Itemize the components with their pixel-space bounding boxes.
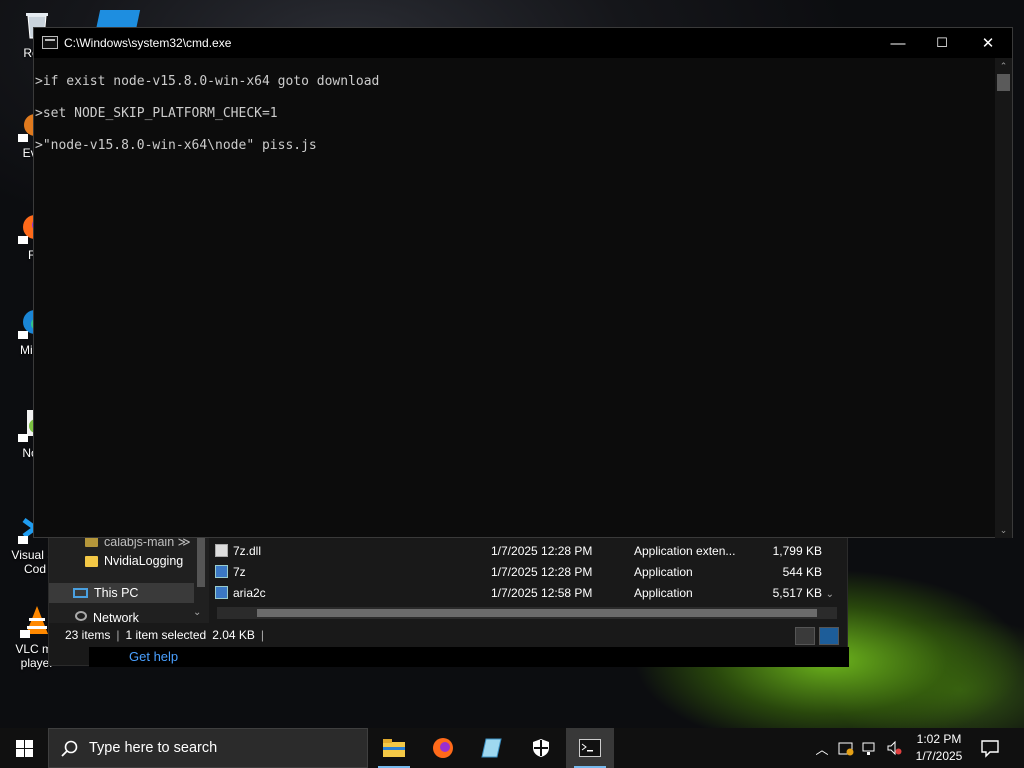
command-prompt-window: C:\Windows\system32\cmd.exe — ☐ ✕ >if ex…	[33, 27, 1013, 538]
clock-date: 1/7/2025	[915, 749, 963, 763]
file-size: 1,799 KB	[772, 543, 822, 558]
status-separator: |	[260, 628, 265, 642]
file-list-horizontal-scrollbar[interactable]	[217, 607, 837, 619]
notification-center-icon[interactable]	[980, 738, 1000, 758]
file-size: 5,517 KB	[772, 585, 822, 600]
taskbar-notepad[interactable]	[468, 728, 516, 768]
file-list: 7z.dll 1/7/2025 12:28 PM Application ext…	[211, 531, 836, 607]
file-name: aria2c	[233, 585, 266, 600]
close-button[interactable]: ✕	[965, 28, 1011, 58]
command-prompt-icon	[579, 739, 601, 757]
nav-item-label: NvidiaLogging	[104, 554, 184, 568]
search-icon	[61, 740, 78, 757]
dll-file-icon	[215, 544, 228, 557]
file-explorer-icon	[383, 739, 405, 757]
console-line: >"node-v15.8.0-win-x64\node" piss.js	[35, 138, 317, 153]
file-row[interactable]: 7z.dll 1/7/2025 12:28 PM Application ext…	[211, 540, 836, 561]
file-date: 1/7/2025 12:28 PM	[491, 543, 593, 558]
security-warning-tray-icon[interactable]	[838, 740, 854, 756]
selection-count: 1 item selected	[125, 628, 207, 642]
shield-icon	[533, 739, 549, 757]
clock-time: 1:02 PM	[916, 732, 962, 746]
large-icons-view-button[interactable]	[819, 627, 839, 645]
view-buttons	[795, 627, 839, 645]
console-line: >if exist node-v15.8.0-win-x64 goto down…	[35, 74, 380, 89]
network-icon	[75, 611, 87, 621]
console-output[interactable]: >if exist node-v15.8.0-win-x64 goto down…	[34, 58, 996, 538]
file-row[interactable]: 7z 1/7/2025 12:28 PM Application 544 KB	[211, 561, 836, 582]
item-count: 23 items	[65, 628, 111, 642]
nav-scrollbar[interactable]	[197, 535, 205, 587]
desktop: Recy Ever Fir Mic E Note Visual St Cod V…	[0, 0, 1024, 728]
nav-item-label: Network	[93, 611, 139, 623]
nav-item-network[interactable]: Network	[75, 611, 139, 623]
console-line: >set NODE_SKIP_PLATFORM_CHECK=1	[35, 106, 278, 121]
firefox-icon	[433, 738, 453, 758]
scrollbar-thumb[interactable]	[257, 609, 817, 617]
file-type: Application	[634, 585, 693, 600]
file-row[interactable]: aria2c 1/7/2025 12:58 PM Application 5,5…	[211, 582, 836, 603]
scroll-up-arrow-icon[interactable]: ⌃	[995, 58, 1012, 74]
application-file-icon	[215, 565, 228, 578]
volume-muted-tray-icon[interactable]	[886, 740, 902, 756]
maximize-button[interactable]: ☐	[919, 28, 965, 58]
application-file-icon	[215, 586, 228, 599]
file-type: Application exten...	[634, 543, 736, 558]
file-date: 1/7/2025 12:58 PM	[491, 585, 593, 600]
network-tray-icon[interactable]	[862, 740, 878, 756]
cmd-titlebar[interactable]: C:\Windows\system32\cmd.exe — ☐ ✕	[34, 28, 1012, 58]
file-date: 1/7/2025 12:28 PM	[491, 564, 593, 579]
windows-logo-icon	[15, 739, 33, 757]
show-hidden-icons-chevron-icon[interactable]: ︿	[814, 740, 830, 757]
help-bar: Get help	[89, 647, 849, 667]
window-title: C:\Windows\system32\cmd.exe	[64, 36, 232, 50]
file-name: 7z	[233, 564, 246, 579]
file-size: 544 KB	[782, 564, 822, 579]
scrollbar-thumb[interactable]	[997, 74, 1010, 91]
navigation-pane: calabjs-main ≫ NvidiaLogging This PC Net…	[49, 531, 209, 623]
scroll-down-arrow-icon[interactable]: ⌄	[995, 522, 1012, 538]
nav-item-nvidialogging[interactable]: NvidiaLogging	[85, 551, 183, 571]
status-separator: |	[116, 628, 120, 642]
notepad-icon	[481, 738, 502, 758]
file-list-scroll-down-arrow[interactable]: ⌄	[826, 589, 834, 600]
file-name: 7z.dll	[233, 543, 262, 558]
taskbar-command-prompt[interactable]	[566, 728, 614, 768]
start-button[interactable]	[0, 728, 48, 768]
search-placeholder: Type here to search	[89, 740, 218, 756]
minimize-button[interactable]: —	[875, 28, 921, 58]
taskbar-search-box[interactable]: Type here to search	[48, 728, 368, 768]
taskbar-clock[interactable]: 1:02 PM 1/7/2025	[910, 731, 968, 765]
nav-item-this-pc[interactable]: This PC	[49, 583, 194, 603]
file-type: Application	[634, 564, 693, 579]
taskbar-windows-security[interactable]	[517, 728, 565, 768]
taskbar-file-explorer[interactable]	[370, 728, 418, 768]
taskbar: Type here to search ︿ 1:02 PM 1/7/2025	[0, 728, 1024, 768]
selection-size: 2.04 KB	[212, 628, 255, 642]
console-vertical-scrollbar[interactable]: ⌃ ⌄	[995, 58, 1012, 538]
nav-scroll-down-arrow[interactable]: ⌄	[193, 607, 201, 618]
file-explorer-window: calabjs-main ≫ NvidiaLogging This PC Net…	[48, 530, 849, 667]
get-help-link[interactable]: Get help	[129, 649, 178, 664]
details-view-button[interactable]	[795, 627, 815, 645]
folder-icon	[85, 555, 98, 567]
status-bar: 23 items | 1 item selected 2.04 KB |	[57, 623, 837, 647]
nav-item-label: This PC	[94, 586, 139, 600]
computer-icon	[73, 588, 88, 598]
taskbar-firefox[interactable]	[419, 728, 467, 768]
cmd-app-icon	[42, 36, 58, 49]
